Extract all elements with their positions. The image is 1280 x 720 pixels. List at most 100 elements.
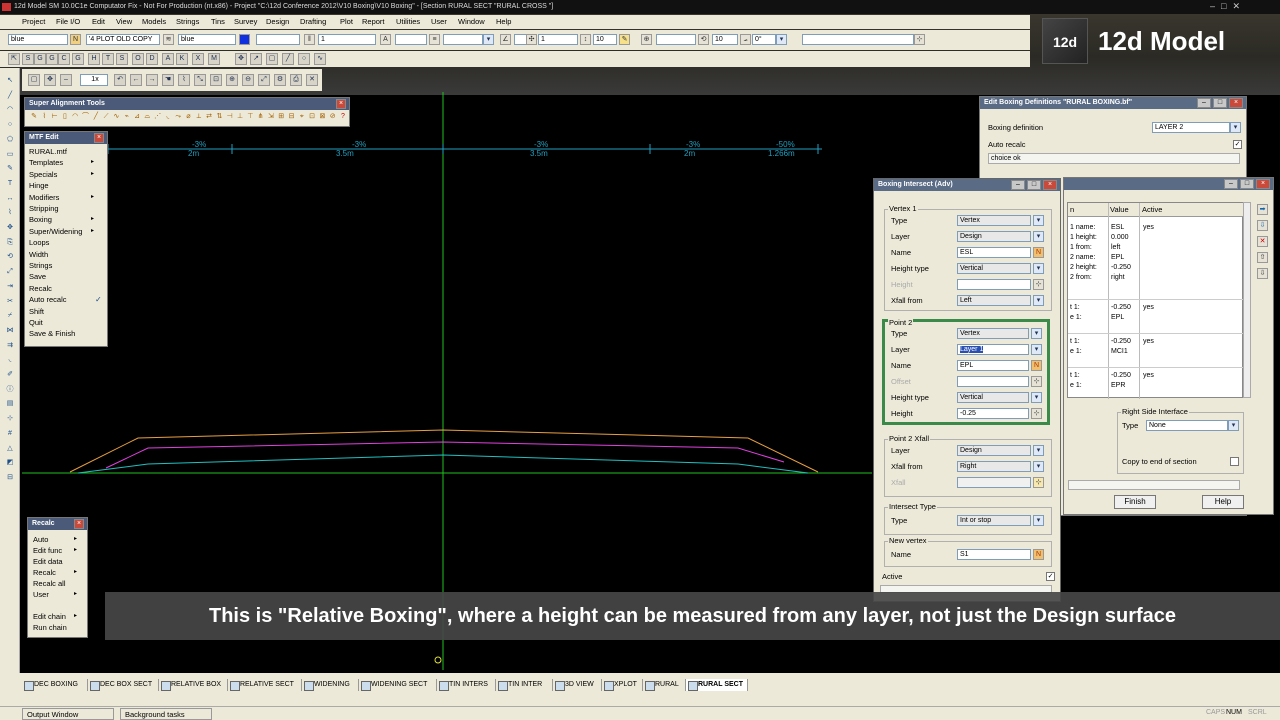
chevron-down-icon[interactable]: ▾: [1033, 445, 1044, 456]
mtf-item-templates[interactable]: Templates: [29, 158, 63, 167]
mtf-item-modifiers[interactable]: Modifiers: [29, 193, 59, 202]
menu-design[interactable]: Design: [266, 15, 289, 29]
minimize-icon[interactable]: –: [1210, 1, 1215, 13]
new-view-icon[interactable]: ▢: [28, 74, 40, 86]
help-button[interactable]: Help: [1202, 495, 1244, 509]
weight-field[interactable]: 1: [318, 34, 376, 45]
pick-icon[interactable]: ⊹: [914, 34, 925, 45]
minimize-icon[interactable]: –: [1011, 180, 1025, 190]
new-vertex-name-field[interactable]: S1: [957, 549, 1031, 560]
layer-tool-icon[interactable]: ▤: [4, 399, 16, 411]
rotate-tool-icon[interactable]: ⟲: [4, 252, 16, 264]
menu-tins[interactable]: Tins: [211, 15, 225, 29]
rotate-icon[interactable]: ⟲: [698, 34, 709, 45]
chevron-down-icon[interactable]: ▾: [1033, 295, 1044, 306]
recalc-item-edit-chain[interactable]: Edit chain: [33, 612, 66, 621]
tab-dec-box-sect[interactable]: DEC BOX SECT: [88, 679, 159, 691]
menu-view[interactable]: View: [116, 15, 132, 29]
sat-tool-icon[interactable]: ⇲: [266, 112, 276, 124]
box-icon[interactable]: ▢: [266, 53, 278, 65]
height-icon[interactable]: ↕: [580, 34, 591, 45]
a-button[interactable]: A: [162, 53, 174, 65]
menu-edit[interactable]: Edit: [92, 15, 105, 29]
colour-swatch-icon[interactable]: [239, 34, 250, 45]
finish-button[interactable]: Finish: [1114, 495, 1156, 509]
chevron-down-icon[interactable]: ▾: [1228, 420, 1239, 431]
tab-tin-inters[interactable]: TIN INTERS: [437, 679, 496, 691]
tab-rural-sect[interactable]: RURAL SECT: [686, 679, 748, 691]
table-scrollbar[interactable]: [1243, 202, 1251, 398]
name-n-icon[interactable]: N: [1031, 360, 1042, 371]
sat-tool-icon[interactable]: ⋔: [256, 112, 266, 124]
axes-icon[interactable]: ✣: [526, 34, 537, 45]
g-button[interactable]: G: [34, 53, 46, 65]
s2-button[interactable]: S: [116, 53, 128, 65]
tab-relative-sect[interactable]: RELATIVE SECT: [228, 679, 302, 691]
right-arrow-icon[interactable]: →: [146, 74, 158, 86]
sat-tool-icon[interactable]: ∿: [111, 112, 121, 124]
move-down-icon[interactable]: ⇩: [1257, 268, 1268, 279]
sat-tool-icon[interactable]: ⊣: [225, 112, 235, 124]
value2-field[interactable]: 10: [593, 34, 617, 45]
pan-icon[interactable]: ✥: [44, 74, 56, 86]
sat-tool-icon[interactable]: ⟋: [101, 112, 111, 124]
justify-icon[interactable]: ⊕: [641, 34, 652, 45]
sat-tool-icon[interactable]: ⌓: [142, 112, 152, 124]
linestyle-field[interactable]: [256, 34, 300, 45]
mtf-item-auto-recalc[interactable]: Auto recalc: [29, 295, 67, 304]
move-tool-icon[interactable]: ✥: [4, 223, 16, 235]
tab-relative-box[interactable]: RELATIVE BOX: [159, 679, 228, 691]
name-n-icon[interactable]: N: [70, 34, 81, 45]
sat-tool-icon[interactable]: ✎: [29, 112, 39, 124]
zoom-window-icon[interactable]: ⊡: [210, 74, 222, 86]
chevron-down-icon[interactable]: ▾: [1031, 328, 1042, 339]
sat-tool-icon[interactable]: ⌒: [81, 112, 91, 124]
circle-icon[interactable]: ○: [298, 53, 310, 65]
zoom-all-icon[interactable]: ✥: [235, 53, 247, 65]
weight-icon[interactable]: ‖: [304, 34, 315, 45]
pick-icon[interactable]: ⊹: [1031, 376, 1042, 387]
pencil-icon[interactable]: ✎: [619, 34, 630, 45]
arrow-icon[interactable]: ↗: [250, 53, 262, 65]
arc-tool-icon[interactable]: ◠: [4, 105, 16, 117]
print-icon[interactable]: ⎙: [290, 74, 302, 86]
sat-tool-icon[interactable]: ╱: [91, 112, 101, 124]
sat-tool-icon[interactable]: ◟: [163, 112, 173, 124]
menu-utilities[interactable]: Utilities: [396, 15, 420, 29]
p2x-xfall-from-field[interactable]: Right: [957, 461, 1031, 472]
section-canvas[interactable]: -3% -3% -3% -3% -50% 2m 3.5m 3.5m 2m 1.2…: [22, 92, 872, 670]
maximize-icon[interactable]: □: [1213, 98, 1227, 108]
value1-field[interactable]: 1: [538, 34, 578, 45]
k-button[interactable]: K: [176, 53, 188, 65]
text-style-field[interactable]: [395, 34, 427, 45]
text-style-icon[interactable]: A: [380, 34, 391, 45]
s-button[interactable]: S: [22, 53, 34, 65]
wave-icon[interactable]: ∿: [314, 53, 326, 65]
recalc-item-edit-data[interactable]: Edit data: [33, 557, 63, 566]
g3-button[interactable]: G: [72, 53, 84, 65]
plot-name-field[interactable]: '4 PLOT OLD COPY: [86, 34, 160, 45]
pick-icon[interactable]: ⊹: [1033, 477, 1044, 488]
menu-window[interactable]: Window: [458, 15, 485, 29]
c-button[interactable]: C: [58, 53, 70, 65]
tab-3d-view[interactable]: 3D VIEW: [553, 679, 602, 691]
name-n-icon[interactable]: N: [1033, 247, 1044, 258]
auto-recalc-checkbox[interactable]: ✓: [1233, 140, 1242, 149]
v1-height-field[interactable]: [957, 279, 1031, 290]
pen-tool-icon[interactable]: ✎: [4, 164, 16, 176]
sat-tool-icon[interactable]: ⌁: [122, 112, 132, 124]
tab-rural[interactable]: RURAL: [643, 679, 686, 691]
menu-help[interactable]: Help: [496, 15, 511, 29]
menu-drafting[interactable]: Drafting: [300, 15, 326, 29]
menu-models[interactable]: Models: [142, 15, 166, 29]
mtf-item-super-widening[interactable]: Super/Widening: [29, 227, 82, 236]
style-icon[interactable]: ≋: [163, 34, 174, 45]
surface-tool-icon[interactable]: ◩: [4, 458, 16, 470]
tab-widening[interactable]: WIDENING: [302, 679, 359, 691]
rect-tool-icon[interactable]: ▭: [4, 150, 16, 162]
tab-xplot[interactable]: XPLOT: [602, 679, 643, 691]
zoom-field[interactable]: 1x: [80, 74, 108, 86]
extend-tool-icon[interactable]: ⇥: [4, 282, 16, 294]
v1-layer-field[interactable]: Design: [957, 231, 1031, 242]
grid-tool-icon[interactable]: #: [4, 429, 16, 441]
